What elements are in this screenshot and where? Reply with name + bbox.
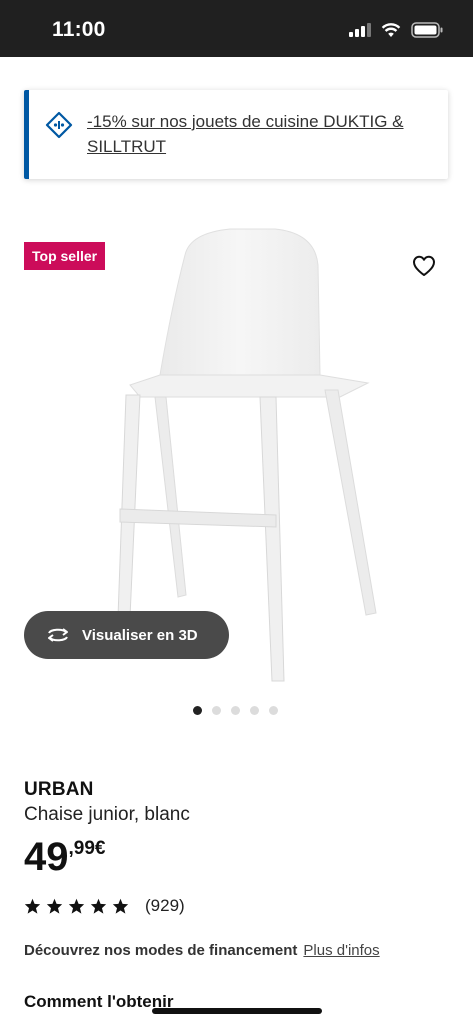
financing-row: Découvrez nos modes de financement Plus … — [24, 942, 380, 959]
rotate-3d-icon — [48, 628, 68, 642]
star-icon — [46, 898, 63, 914]
heart-icon[interactable] — [412, 255, 436, 277]
view-3d-label: Visualiser en 3D — [82, 626, 198, 644]
home-indicator[interactable] — [152, 1008, 322, 1014]
pagination-dot-4[interactable] — [250, 706, 259, 715]
price-decimal: ,99€ — [68, 838, 106, 859]
promo-accent-bar — [24, 90, 29, 179]
product-name: URBAN — [24, 779, 94, 800]
rating[interactable]: (929) — [24, 896, 185, 916]
status-time: 11:00 — [52, 18, 106, 41]
wifi-icon — [381, 22, 401, 37]
financing-label: Découvrez nos modes de financement — [24, 942, 298, 959]
cellular-signal-icon — [349, 23, 371, 37]
pagination-dot-3[interactable] — [231, 706, 240, 715]
get-it-heading: Comment l'obtenir — [24, 992, 174, 1011]
star-icon — [112, 898, 129, 914]
battery-icon — [411, 22, 443, 38]
rating-stars — [24, 898, 129, 914]
price-tag-icon — [45, 111, 73, 139]
pagination-dot-2[interactable] — [212, 706, 221, 715]
promo-banner[interactable]: -15% sur nos jouets de cuisine DUKTIG & … — [24, 90, 448, 179]
price-integer: 49 — [24, 835, 69, 879]
pagination-dot-1[interactable] — [193, 706, 202, 715]
view-3d-button[interactable]: Visualiser en 3D — [24, 611, 229, 659]
product-description: Chaise junior, blanc — [24, 804, 190, 825]
rating-count: (929) — [145, 896, 185, 915]
product-price: 49 ,99€ — [24, 832, 105, 882]
image-pagination — [193, 706, 278, 715]
financing-more-link[interactable]: Plus d'infos — [303, 942, 379, 959]
pagination-dot-5[interactable] — [269, 706, 278, 715]
promo-link[interactable]: -15% sur nos jouets de cuisine DUKTIG & … — [87, 109, 432, 159]
star-icon — [24, 898, 41, 914]
top-seller-badge: Top seller — [24, 242, 106, 270]
star-icon — [90, 898, 107, 914]
status-bar: 11:00 — [0, 0, 473, 57]
star-icon — [68, 898, 85, 914]
